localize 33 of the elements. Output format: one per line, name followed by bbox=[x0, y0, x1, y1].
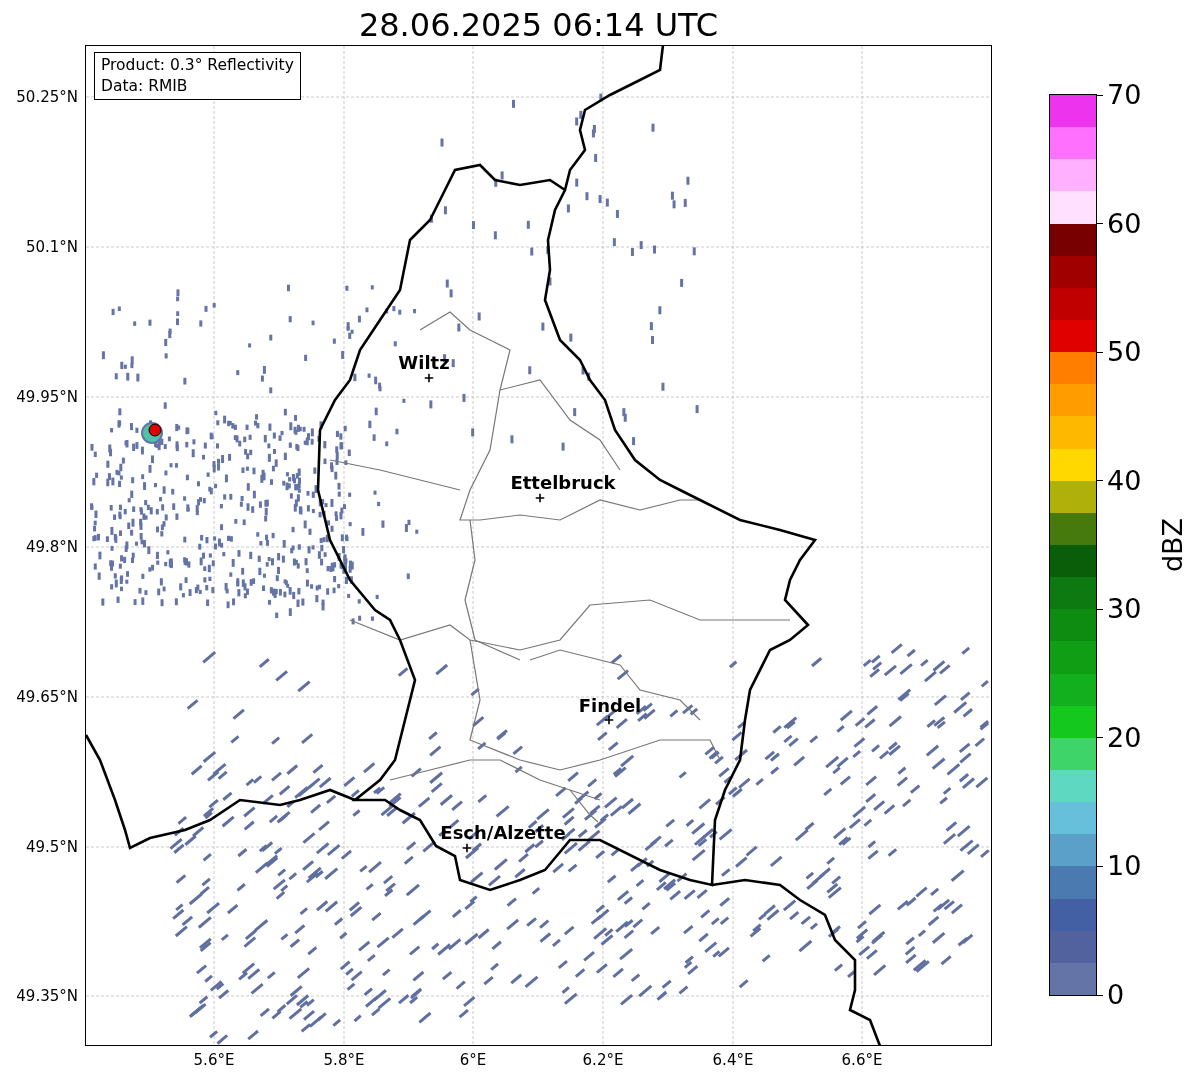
tick-label: 30 bbox=[1107, 594, 1142, 625]
latitude-label: 49.65°N bbox=[16, 688, 78, 706]
tick-label: 0 bbox=[1107, 980, 1125, 1010]
tick-label: 40 bbox=[1107, 465, 1142, 496]
plus-marker-icon bbox=[604, 715, 614, 725]
longitude-label: 6.4°E bbox=[712, 1051, 754, 1069]
colorbar-label: dBZ bbox=[1156, 517, 1184, 573]
longitude-label: 6.2°E bbox=[582, 1051, 624, 1069]
latitude-label: 49.5°N bbox=[25, 838, 78, 856]
tick-label: 20 bbox=[1107, 722, 1142, 753]
latitude-label: 49.35°N bbox=[16, 987, 78, 1005]
city-label: Findel bbox=[578, 694, 642, 716]
legend-text: Data: RMIB bbox=[101, 76, 189, 97]
longitude-label: 5.8°E bbox=[323, 1051, 365, 1069]
plus-marker-icon bbox=[424, 373, 434, 383]
latitude-label: 50.25°N bbox=[16, 88, 78, 106]
plus-marker-icon bbox=[535, 493, 545, 503]
longitude-label: 5.6°E bbox=[193, 1051, 235, 1069]
tick-label: 10 bbox=[1107, 851, 1142, 882]
latitude-label: 49.8°N bbox=[25, 538, 78, 556]
city-label: Wiltz bbox=[398, 351, 450, 373]
legend-text: Product: 0.3° Reflectivity bbox=[101, 55, 294, 76]
city-label: Ettelbruck bbox=[510, 471, 616, 493]
tick-label: 60 bbox=[1107, 208, 1142, 239]
tick-label: 70 bbox=[1107, 80, 1142, 110]
chart-title: 28.06.2025 06:14 UTC bbox=[358, 5, 719, 45]
longitude-label: 6°E bbox=[459, 1051, 487, 1069]
longitude-label: 6.6°E bbox=[841, 1051, 883, 1069]
latitude-label: 50.1°N bbox=[25, 238, 78, 256]
plus-marker-icon bbox=[462, 843, 472, 853]
latitude-label: 49.95°N bbox=[16, 388, 78, 406]
tick-label: 50 bbox=[1107, 337, 1142, 368]
radar-site-icon bbox=[141, 422, 163, 444]
